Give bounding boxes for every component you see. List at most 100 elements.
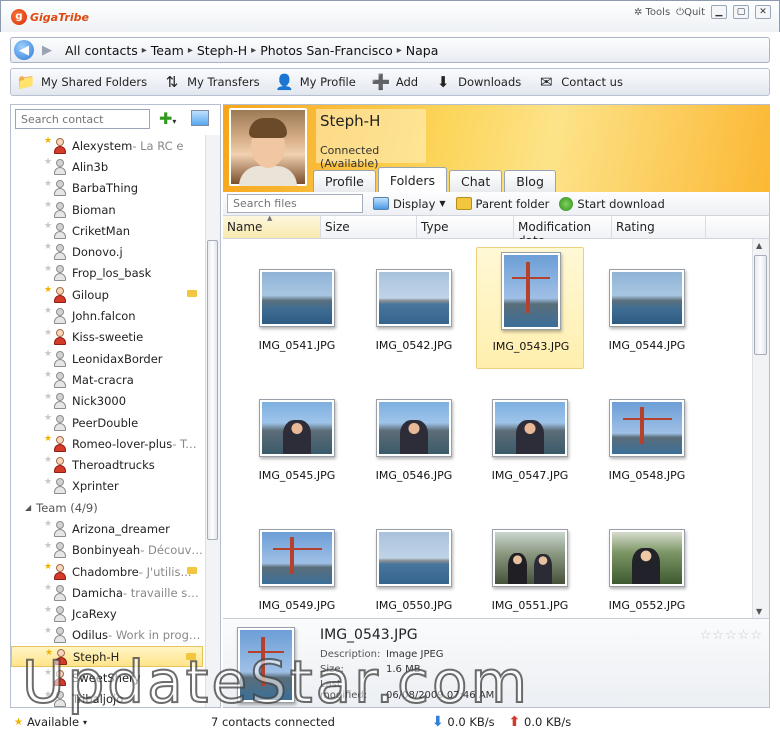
forward-arrow-icon[interactable]: ▶ (37, 40, 57, 60)
file-thumbnail[interactable]: IMG_0552.JPG (593, 507, 701, 618)
contact-item[interactable]: ★ Romeo-lover-plus - Tes... (11, 433, 203, 454)
contact-us-button[interactable]: ✉ Contact us (535, 72, 623, 92)
favorite-star-icon[interactable]: ★ (44, 179, 52, 189)
favorite-star-icon[interactable]: ★ (44, 690, 52, 700)
tab-blog[interactable]: Blog (504, 170, 556, 194)
star-icon[interactable]: ☆ (712, 628, 725, 643)
file-thumbnail[interactable]: IMG_0544.JPG (593, 247, 701, 369)
availability-selector[interactable]: ★ Available ▾ (14, 715, 87, 729)
contact-item[interactable]: ★ Bonbinyeah - Découvr... (11, 540, 203, 561)
favorite-star-icon[interactable]: ★ (44, 519, 52, 529)
breadcrumb-item[interactable]: Team (151, 43, 184, 58)
contact-item[interactable]: ★ Kiss-sweetie (11, 327, 203, 348)
contact-view-icon[interactable] (191, 110, 209, 126)
star-icon[interactable]: ☆ (700, 628, 713, 643)
favorite-star-icon[interactable]: ★ (44, 434, 52, 444)
tab-profile[interactable]: Profile (313, 170, 376, 194)
contact-item[interactable]: ★ John.falcon (11, 305, 203, 326)
contact-item[interactable]: ★ Bioman (11, 199, 203, 220)
tools-menu[interactable]: ✲ Tools (634, 7, 670, 18)
file-thumbnail[interactable]: IMG_0542.JPG (360, 247, 468, 369)
contact-item[interactable]: ★ JcaRexy (11, 604, 203, 625)
breadcrumb-item[interactable]: Photos San-Francisco (260, 43, 393, 58)
file-thumbnail[interactable]: IMG_0543.JPG (476, 247, 584, 369)
contact-item[interactable]: ★ PeerDouble (11, 412, 203, 433)
favorite-star-icon[interactable]: ★ (44, 562, 52, 572)
contact-item[interactable]: ★ Steph-H (11, 646, 203, 668)
favorite-star-icon[interactable]: ★ (44, 242, 52, 252)
scroll-down-icon[interactable]: ▼ (756, 607, 762, 616)
favorite-star-icon[interactable]: ★ (44, 200, 52, 210)
contact-item[interactable]: ★ CriketMan (11, 220, 203, 241)
contact-item[interactable]: ★ Donovo.j (11, 241, 203, 262)
favorite-star-icon[interactable]: ★ (44, 136, 52, 146)
star-icon[interactable]: ☆ (725, 628, 738, 643)
contact-item[interactable]: ★ Alin3b (11, 156, 203, 177)
rating-stars[interactable]: ☆☆☆☆☆ (700, 628, 763, 643)
favorite-star-icon[interactable]: ★ (44, 349, 52, 359)
file-thumbnail[interactable]: IMG_0546.JPG (360, 377, 468, 499)
file-thumbnail[interactable]: IMG_0551.JPG (476, 507, 584, 618)
favorite-star-icon[interactable]: ★ (44, 285, 52, 295)
quit-menu[interactable]: ⏻Quit (676, 7, 705, 18)
contact-item[interactable]: ★ LeonidaxBorder (11, 348, 203, 369)
favorite-star-icon[interactable]: ★ (44, 157, 52, 167)
file-thumbnail[interactable]: IMG_0548.JPG (593, 377, 701, 499)
start-download-button[interactable]: Start download (559, 196, 665, 211)
file-thumbnail[interactable]: IMG_0549.JPG (243, 507, 351, 618)
contact-item[interactable]: ★ Damicha - travaille sur ... (11, 582, 203, 603)
files-scrollbar-thumb[interactable] (754, 255, 767, 355)
parent-folder-button[interactable]: Parent folder (455, 197, 549, 211)
breadcrumb-item[interactable]: All contacts (65, 43, 138, 58)
favorite-star-icon[interactable]: ★ (44, 392, 52, 402)
search-contact-input[interactable] (15, 109, 150, 129)
column-size[interactable]: Size (321, 216, 417, 238)
breadcrumb-item[interactable]: Steph-H (197, 43, 247, 58)
contact-item[interactable]: ★ Mat-cracra (11, 369, 203, 390)
file-thumbnail[interactable]: IMG_0545.JPG (243, 377, 351, 499)
favorite-star-icon[interactable]: ★ (44, 328, 52, 338)
favorite-star-icon[interactable]: ★ (44, 477, 52, 487)
contact-item[interactable]: ★ Frop_los_bask (11, 263, 203, 284)
contact-item[interactable]: ★ Giloup (11, 284, 203, 305)
breadcrumb-item[interactable]: Napa (406, 43, 439, 58)
favorite-star-icon[interactable]: ★ (44, 413, 52, 423)
my-shared-folders-button[interactable]: 📁 My Shared Folders (15, 72, 147, 92)
contact-item[interactable]: ★ Chadombre - J'utilis... (11, 561, 203, 582)
favorite-star-icon[interactable]: ★ (44, 583, 52, 593)
column-type[interactable]: Type (417, 216, 514, 238)
close-button[interactable]: ✕ (755, 5, 771, 19)
file-thumbnail[interactable]: IMG_0550.JPG (360, 507, 468, 618)
contact-item[interactable]: ★ Arizona_dreamer (11, 518, 203, 539)
group-team[interactable]: ◢ Team (4/9) (11, 497, 203, 518)
tab-folders[interactable]: Folders (377, 167, 448, 194)
favorite-star-icon[interactable]: ★ (44, 605, 52, 615)
favorite-star-icon[interactable]: ★ (44, 264, 52, 274)
favorite-star-icon[interactable]: ★ (44, 541, 52, 551)
file-thumbnail[interactable]: IMG_0547.JPG (476, 377, 584, 499)
display-button[interactable]: Display ▼ (373, 197, 446, 211)
favorite-star-icon[interactable]: ★ (44, 455, 52, 465)
tab-chat[interactable]: Chat (449, 170, 503, 194)
contact-item[interactable]: ★ Xprinter (11, 476, 203, 497)
star-icon[interactable]: ☆ (738, 628, 751, 643)
collapse-triangle-icon[interactable]: ◢ (25, 503, 31, 512)
favorite-star-icon[interactable]: ★ (44, 221, 52, 231)
my-profile-button[interactable]: 👤 My Profile (274, 72, 356, 92)
scroll-up-icon[interactable]: ▲ (756, 241, 762, 250)
contact-item[interactable]: ★ Nick3000 (11, 391, 203, 412)
contact-item[interactable]: ★ Odilus - Work in progr... (11, 625, 203, 646)
column-rating[interactable]: Rating (612, 216, 706, 238)
file-thumbnail[interactable]: IMG_0541.JPG (243, 247, 351, 369)
contact-item[interactable]: ★ SweetShery (11, 667, 203, 688)
add-contact-icon[interactable]: ✚▾ (159, 109, 176, 128)
column-modification-date[interactable]: Modification date (514, 216, 612, 248)
contact-item[interactable]: ★ Theroadtrucks (11, 454, 203, 475)
maximize-button[interactable]: ▢ (733, 5, 749, 19)
back-arrow-icon[interactable]: ◀ (14, 40, 34, 60)
favorite-star-icon[interactable]: ★ (44, 370, 52, 380)
contact-item[interactable]: ★ Alexystem - La RC e (11, 135, 203, 156)
favorite-star-icon[interactable]: ★ (44, 626, 52, 636)
contact-item[interactable]: ★ Tribaljojo (11, 689, 203, 709)
downloads-button[interactable]: ⬇ Downloads (432, 72, 521, 92)
